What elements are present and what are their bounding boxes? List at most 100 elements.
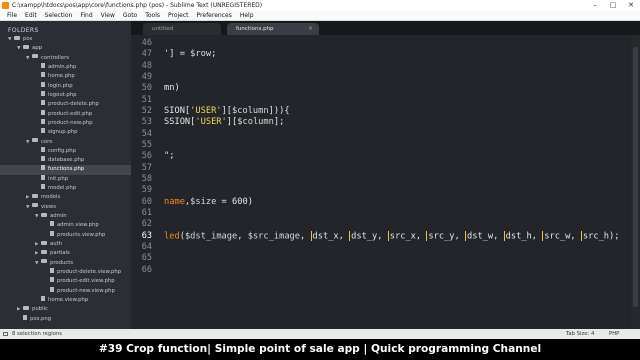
file-icon bbox=[50, 230, 54, 236]
file-icon bbox=[41, 62, 45, 68]
text-cursor bbox=[465, 230, 466, 241]
tree-folder[interactable]: ▶ public bbox=[0, 305, 131, 314]
code-line[interactable]: mn) bbox=[164, 83, 180, 93]
text-cursor bbox=[426, 230, 428, 241]
panel-toggle-icon[interactable] bbox=[3, 332, 8, 336]
tree-file[interactable]: pos.png bbox=[0, 314, 131, 324]
line-number: 49 bbox=[141, 71, 152, 82]
selection-count: 8 selection regions bbox=[12, 331, 63, 337]
menu-help[interactable]: Help bbox=[236, 11, 258, 20]
tree-folder[interactable]: ▼ admin bbox=[0, 212, 131, 221]
tree-file[interactable]: database.php bbox=[0, 156, 131, 165]
tree-folder[interactable]: ▼ core bbox=[0, 138, 131, 147]
menu-edit[interactable]: Edit bbox=[21, 11, 41, 20]
code-line[interactable]: name,$size = 600) bbox=[164, 197, 253, 207]
folder-icon bbox=[32, 203, 38, 208]
tree-file[interactable]: admin.view.php bbox=[0, 221, 131, 230]
tab-size-selector[interactable]: Tab Size: 4 bbox=[566, 329, 594, 339]
minimize-button[interactable]: – bbox=[586, 0, 604, 11]
sublime-app-icon bbox=[2, 2, 9, 9]
file-icon bbox=[41, 72, 45, 78]
folder-icon bbox=[41, 212, 47, 217]
status-bar: 8 selection regions Tab Size: 4 PHP bbox=[0, 329, 640, 339]
menu-view[interactable]: View bbox=[97, 11, 119, 20]
video-caption: #39 Crop function| Simple point of sale … bbox=[0, 339, 640, 360]
tree-file[interactable]: admin.php bbox=[0, 62, 131, 72]
folder-icon bbox=[41, 249, 47, 254]
tree-file[interactable]: product-new.php bbox=[0, 118, 131, 128]
close-tab-icon[interactable]: × bbox=[308, 23, 313, 35]
text-cursor bbox=[542, 230, 544, 241]
menu-find[interactable]: Find bbox=[76, 11, 96, 20]
file-icon bbox=[23, 314, 27, 320]
file-icon bbox=[41, 90, 45, 96]
code-line[interactable]: led($dst_image, $src_image, dst_x, dst_y… bbox=[164, 230, 620, 241]
close-window-button[interactable]: ✕ bbox=[622, 0, 640, 11]
maximize-button[interactable]: □ bbox=[604, 0, 622, 11]
menu-selection[interactable]: Selection bbox=[41, 11, 77, 20]
file-icon bbox=[41, 146, 45, 152]
line-number: 60 bbox=[141, 196, 152, 207]
text-cursor bbox=[310, 230, 312, 241]
folder-icon bbox=[14, 35, 20, 40]
code-line[interactable]: SION['USER'][$column])){ bbox=[164, 106, 290, 116]
code-line[interactable]: '] = $row; bbox=[164, 49, 216, 59]
folder-icon bbox=[23, 305, 29, 310]
syntax-selector[interactable]: PHP bbox=[609, 329, 619, 339]
code-line[interactable]: "; bbox=[164, 151, 174, 161]
tree-item-label: products.view.php bbox=[57, 231, 106, 238]
tree-folder[interactable]: ▶ auth bbox=[0, 240, 131, 249]
tree-file[interactable]: home.view.php bbox=[0, 295, 131, 305]
line-number: 50 bbox=[141, 83, 152, 94]
tab-untitled[interactable]: untitled bbox=[143, 23, 221, 35]
tree-item-label: public bbox=[32, 306, 48, 313]
tree-folder[interactable]: ▼ pos bbox=[0, 35, 131, 44]
menu-tools[interactable]: Tools bbox=[141, 11, 164, 20]
line-number: 61 bbox=[141, 207, 152, 218]
tree-folder[interactable]: ▼ products bbox=[0, 259, 131, 268]
tree-file[interactable]: config.php bbox=[0, 146, 131, 156]
tree-file[interactable]: product-delete.view.php bbox=[0, 268, 131, 277]
tree-item-label: product-new.view.php bbox=[57, 287, 115, 294]
menu-preferences[interactable]: Preferences bbox=[193, 11, 236, 20]
tree-item-label: login.php bbox=[48, 82, 73, 89]
tree-item-label: product-edit.view.php bbox=[57, 278, 115, 285]
tree-file[interactable]: functions.php bbox=[0, 165, 131, 175]
tree-folder[interactable]: ▼ app bbox=[0, 44, 131, 53]
tree-folder[interactable]: ▶ models bbox=[0, 193, 131, 202]
scrollbar-thumb[interactable] bbox=[633, 47, 638, 307]
tree-item-label: pos bbox=[23, 36, 33, 42]
code-line[interactable]: SSION['USER'][$column]; bbox=[164, 117, 284, 127]
tab-label: untitled bbox=[152, 26, 174, 32]
tree-folder[interactable]: ▼ controllers bbox=[0, 54, 131, 63]
file-icon bbox=[41, 81, 45, 87]
line-number: 63 bbox=[141, 230, 152, 241]
tree-file[interactable]: product-edit.php bbox=[0, 109, 131, 119]
tree-file[interactable]: product-new.view.php bbox=[0, 286, 131, 296]
tree-file[interactable]: product-delete.php bbox=[0, 100, 131, 109]
window-titlebar: C:\xampp\htdocs\pos\app\core\functions.p… bbox=[0, 0, 640, 11]
tab-bar: untitled functions.php × bbox=[131, 21, 640, 35]
tree-folder[interactable]: ▶ partials bbox=[0, 249, 131, 258]
menu-goto[interactable]: Goto bbox=[119, 11, 141, 20]
tree-file[interactable]: signup.php bbox=[0, 128, 131, 137]
editor-scrollbar[interactable] bbox=[631, 35, 640, 329]
tree-file[interactable]: login.php bbox=[0, 81, 131, 91]
menu-project[interactable]: Project bbox=[164, 11, 193, 20]
tree-file[interactable]: products.view.php bbox=[0, 230, 131, 240]
tree-folder[interactable]: ▼ views bbox=[0, 203, 131, 212]
line-number: 64 bbox=[141, 241, 152, 252]
folder-icon bbox=[32, 138, 38, 143]
tree-file[interactable]: home.php bbox=[0, 72, 131, 81]
tree-item-label: product-delete.view.php bbox=[57, 269, 122, 275]
tree-file[interactable]: logout.php bbox=[0, 90, 131, 100]
line-number: 66 bbox=[141, 264, 152, 275]
tree-file[interactable]: product-edit.view.php bbox=[0, 277, 131, 286]
line-number: 52 bbox=[141, 105, 152, 116]
menu-file[interactable]: File bbox=[3, 11, 21, 20]
tree-file[interactable]: init.php bbox=[0, 174, 131, 184]
tab-functions-php[interactable]: functions.php × bbox=[227, 23, 319, 35]
code-editor[interactable]: 46 47 '] = $row; 48 49 50 mn) 51 52 SION['USER'][… bbox=[131, 35, 640, 329]
tree-item-label: signup.php bbox=[48, 129, 78, 136]
tree-file[interactable]: model.php bbox=[0, 184, 131, 193]
